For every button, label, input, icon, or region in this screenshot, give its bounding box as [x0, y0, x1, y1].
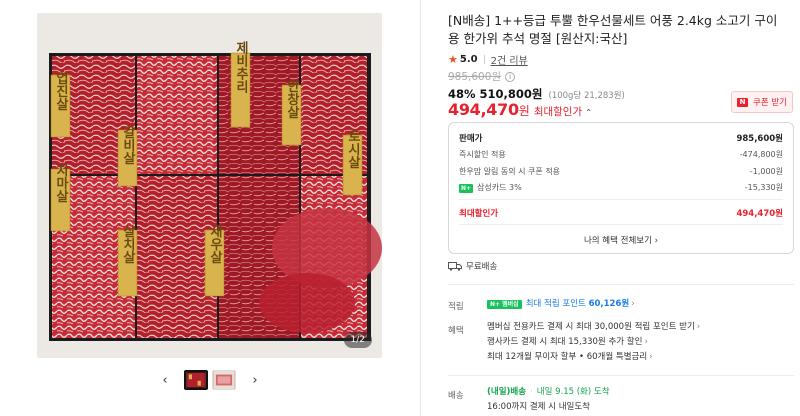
coupon-button-label: 쿠폰 받기	[753, 98, 787, 108]
star-icon: ★	[448, 53, 458, 66]
npay-badge-icon: N+	[459, 184, 474, 193]
chevron-right-icon: ›	[631, 299, 635, 309]
label-anchangsal: 안창살	[284, 79, 299, 120]
label-chimasal: 치마살	[53, 163, 68, 204]
delivery-info: (내일)배송 · 내일 9.15 (화) 도착 16:00까지 결제 시 내일도착	[487, 385, 610, 415]
box-sale-label: 판매가	[459, 134, 483, 144]
points-value: 60,126원	[588, 299, 630, 309]
rating-row: ★ 5.0 2건 리뷰	[448, 52, 528, 67]
label-tosisal: 토시살	[345, 130, 360, 170]
box-divider	[459, 199, 783, 200]
delivery-eta: 내일 9.15 (화) 도착	[536, 387, 610, 397]
card-discount-row: N+ 삼성카드 3% -15,330원	[459, 182, 783, 193]
prev-image-icon[interactable]: ‹	[156, 370, 174, 390]
rating-score: 5.0	[459, 54, 478, 65]
chevron-right-icon: ›	[649, 352, 653, 362]
box-sale-value: 985,600원	[736, 134, 783, 144]
section-divider-2	[448, 375, 794, 376]
chevron-right-icon: ›	[644, 337, 648, 347]
thumbnail-1[interactable]	[184, 370, 208, 390]
max-discount-row[interactable]: 494,470 원 최대할인가 ⌃	[448, 100, 592, 119]
instant-discount-row: 즉시할인 적용 -474,800원	[459, 149, 783, 160]
card-discount-value: -15,330원	[744, 183, 783, 192]
label-saeusal: 새우살	[207, 224, 222, 265]
delivery-section-label: 배송	[448, 391, 464, 401]
next-image-icon[interactable]: ›	[246, 370, 264, 390]
label-galbisal: 갈비살	[120, 126, 135, 166]
product-gallery: 업진살 갈비살 제비추리 안창살 토시살 치마살 살치살 새우살 1/2 ‹ ›	[0, 0, 420, 416]
card-discount-label: 삼성카드 3%	[477, 183, 522, 192]
chevron-right-icon: ›	[696, 322, 701, 332]
box-divider-2	[459, 224, 783, 225]
max-discount-label: 최대할인가	[533, 106, 583, 118]
label-upjinsal: 업진살	[53, 72, 68, 112]
original-price-row: 985,600원 i	[448, 69, 516, 84]
label-salchisal: 살치살	[120, 224, 135, 265]
thumbnail-strip: ‹ ›	[0, 369, 420, 391]
rating-separator	[483, 55, 485, 64]
original-price: 985,600원	[448, 71, 502, 83]
all-benefits-link[interactable]: 나의 혜택 전체보기 ›	[449, 234, 793, 246]
coupon-discount-value: -1,000원	[749, 167, 783, 176]
chevron-up-icon[interactable]: ⌃	[585, 108, 592, 117]
info-icon[interactable]: i	[505, 71, 516, 82]
product-title: [N배송] 1++등급 투뿔 한우선물세트 어풍 2.4kg 소고기 구이용 한…	[448, 13, 778, 46]
max-price-unit: 원	[518, 104, 530, 118]
product-main-image[interactable]: 업진살 갈비살 제비추리 안창살 토시살 치마살 살치살 새우살 1/2	[37, 13, 382, 358]
delivery-cutoff-note: 16:00까지 결제 시 내일도착	[487, 402, 590, 412]
label-jebichuri: 제비추리	[233, 41, 248, 94]
truck-icon	[448, 261, 462, 271]
points-info[interactable]: N+ 멤버십 최대 적립 포인트 60,126원 ›	[487, 297, 635, 312]
free-shipping-label: 무료배송	[466, 262, 498, 272]
column-divider	[420, 0, 421, 416]
perk-line-installment[interactable]: 최대 12개월 무이자 할부 • 60개월 특별금리 ›	[487, 350, 700, 365]
perks-section-label: 혜택	[448, 326, 464, 336]
perk-line-event-card[interactable]: 행사카드 결제 시 최대 15,330원 추가 할인 ›	[487, 335, 700, 350]
instant-discount-label: 즉시할인 적용	[459, 150, 506, 159]
max-discount-price: 494,470	[448, 100, 519, 119]
coupon-discount-row: 한우맘 알림 동의 시 쿠폰 적용 -1,000원	[459, 166, 783, 177]
perk-line-membership-card[interactable]: 멤버십 전용카드 결제 시 최대 30,000원 적립 포인트 받기 ›	[487, 320, 700, 335]
tomorrow-delivery-tag: (내일)배송	[487, 387, 527, 397]
thumbnail-2[interactable]	[212, 370, 236, 390]
discount-breakdown-box: 판매가 985,600원 즉시할인 적용 -474,800원 한우맘 알림 동의…	[448, 122, 794, 254]
discount-percent: 48%	[448, 87, 476, 101]
beef-gift-set-photo: 업진살 갈비살 제비추리 안창살 토시살 치마살 살치살 새우살	[37, 13, 382, 358]
points-text: 최대 적립 포인트	[525, 299, 586, 309]
box-max-row: 최대할인가 494,470원	[459, 207, 783, 219]
instant-discount-value: -474,800원	[739, 150, 783, 159]
get-coupon-button[interactable]: N 쿠폰 받기	[731, 91, 793, 113]
perks-list: 멤버십 전용카드 결제 시 최대 30,000원 적립 포인트 받기 › 행사카드…	[487, 320, 700, 365]
photo-counter: 1/2	[343, 332, 372, 348]
box-max-value: 494,470원	[736, 209, 783, 219]
nplus-membership-icon: N+ 멤버십	[487, 300, 522, 309]
coupon-discount-label: 한우맘 알림 동의 시 쿠폰 적용	[459, 167, 561, 176]
sale-price-row-box: 판매가 985,600원	[459, 132, 783, 144]
points-section-label: 적립	[448, 302, 464, 312]
free-shipping-row: 무료배송	[448, 260, 497, 272]
section-divider	[448, 284, 794, 285]
coupon-icon: N	[737, 97, 748, 107]
box-max-label: 최대할인가	[459, 209, 499, 219]
review-count-link[interactable]: 2건 리뷰	[491, 52, 528, 67]
